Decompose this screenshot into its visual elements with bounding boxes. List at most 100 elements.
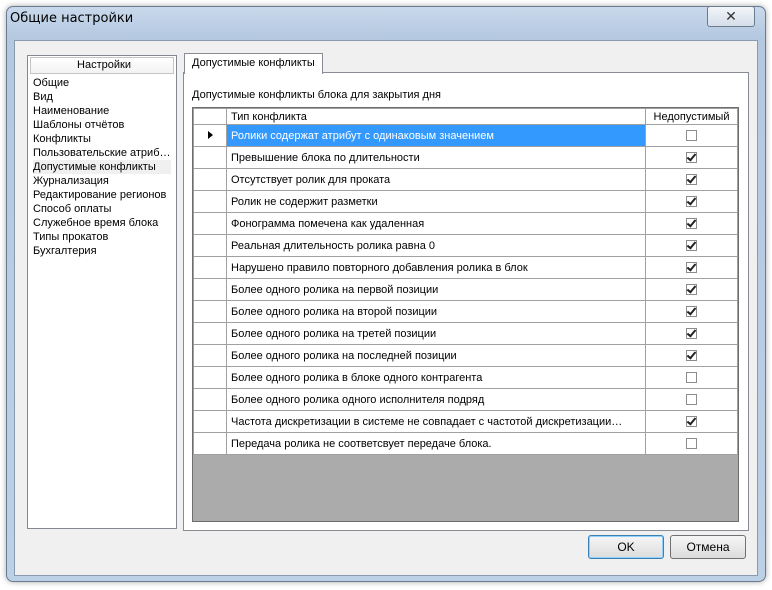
row-header[interactable] bbox=[193, 124, 227, 147]
conflict-type-cell[interactable]: Нарушено правило повторного добавления р… bbox=[226, 256, 646, 279]
table-row[interactable]: Фонограмма помечена как удаленная bbox=[193, 212, 738, 235]
row-header[interactable] bbox=[193, 410, 227, 433]
row-header-corner bbox=[193, 108, 227, 125]
disallowed-checkbox[interactable] bbox=[686, 262, 697, 274]
window-title: Общие настройки bbox=[10, 11, 134, 26]
disallowed-cell bbox=[645, 432, 738, 455]
column-header-disallowed[interactable]: Недопустимый bbox=[645, 108, 738, 125]
row-header[interactable] bbox=[193, 190, 227, 213]
disallowed-checkbox[interactable] bbox=[686, 240, 697, 252]
nav-item[interactable]: Конфликты bbox=[33, 132, 171, 146]
disallowed-cell bbox=[645, 234, 738, 257]
disallowed-checkbox[interactable] bbox=[686, 416, 697, 428]
row-header[interactable] bbox=[193, 212, 227, 235]
table-row[interactable]: Более одного ролика на последней позиции bbox=[193, 344, 738, 367]
table-row[interactable]: Более одного ролика в блоке одного контр… bbox=[193, 366, 738, 389]
nav-item[interactable]: Общие bbox=[33, 76, 171, 90]
nav-item[interactable]: Типы прокатов bbox=[33, 230, 171, 244]
disallowed-cell bbox=[645, 212, 738, 235]
disallowed-cell bbox=[645, 322, 738, 345]
disallowed-cell bbox=[645, 124, 738, 147]
nav-item[interactable]: Журнализация bbox=[33, 174, 171, 188]
table-row[interactable]: Отсутствует ролик для проката bbox=[193, 168, 738, 191]
current-row-arrow-icon bbox=[207, 130, 213, 139]
row-header[interactable] bbox=[193, 344, 227, 367]
nav-list: Общие Вид Наименование Шаблоны отчётов Конфл… bbox=[28, 74, 176, 258]
panel-caption: Допустимые конфликты блока для закрытия … bbox=[192, 89, 441, 101]
table-row[interactable]: Более одного ролика на первой позиции bbox=[193, 278, 738, 301]
conflict-type-cell[interactable]: Ролики содержат атрибут с одинаковым зна… bbox=[226, 124, 646, 147]
row-header[interactable] bbox=[193, 300, 227, 323]
disallowed-cell bbox=[645, 388, 738, 411]
table-row[interactable]: Частота дискретизации в системе не совпа… bbox=[193, 410, 738, 433]
row-header[interactable] bbox=[193, 388, 227, 411]
disallowed-cell bbox=[645, 300, 738, 323]
disallowed-checkbox[interactable] bbox=[686, 306, 697, 318]
nav-item[interactable]: Служебное время блока bbox=[33, 216, 171, 230]
table-row[interactable]: Ролик не содержит разметки bbox=[193, 190, 738, 213]
disallowed-checkbox[interactable] bbox=[686, 130, 697, 142]
conflict-type-cell[interactable]: Более одного ролика на последней позиции bbox=[226, 344, 646, 367]
conflict-type-cell[interactable]: Более одного ролика на третей позиции bbox=[226, 322, 646, 345]
table-row[interactable]: Более одного ролика на третей позиции bbox=[193, 322, 738, 345]
nav-item[interactable]: Бухгалтерия bbox=[33, 244, 171, 258]
conflicts-grid: Тип конфликта Недопустимый Ролики содерж… bbox=[192, 107, 739, 522]
nav-item[interactable]: Наименование bbox=[33, 104, 171, 118]
disallowed-checkbox[interactable] bbox=[686, 218, 697, 230]
row-header[interactable] bbox=[193, 146, 227, 169]
conflict-type-cell[interactable]: Фонограмма помечена как удаленная bbox=[226, 212, 646, 235]
conflict-type-cell[interactable]: Превышение блока по длительности bbox=[226, 146, 646, 169]
table-row[interactable]: Нарушено правило повторного добавления р… bbox=[193, 256, 738, 279]
nav-item[interactable]: Пользовательские атриб… bbox=[33, 146, 171, 160]
conflict-type-cell[interactable]: Более одного ролика в блоке одного контр… bbox=[226, 366, 646, 389]
nav-item[interactable]: Способ оплаты bbox=[33, 202, 171, 216]
cancel-button[interactable]: Отмена bbox=[670, 535, 746, 559]
disallowed-checkbox[interactable] bbox=[686, 152, 697, 164]
close-button[interactable]: ✕ bbox=[707, 6, 755, 27]
disallowed-cell bbox=[645, 278, 738, 301]
disallowed-checkbox[interactable] bbox=[686, 174, 697, 186]
conflict-type-cell[interactable]: Частота дискретизации в системе не совпа… bbox=[226, 410, 646, 433]
nav-header[interactable]: Настройки bbox=[30, 57, 174, 74]
conflict-type-cell[interactable]: Передача ролика не соответсвует передаче… bbox=[226, 432, 646, 455]
row-header[interactable] bbox=[193, 168, 227, 191]
table-row[interactable]: Ролики содержат атрибут с одинаковым зна… bbox=[193, 124, 738, 147]
row-header[interactable] bbox=[193, 432, 227, 455]
table-row[interactable]: Превышение блока по длительности bbox=[193, 146, 738, 169]
disallowed-cell bbox=[645, 190, 738, 213]
disallowed-checkbox[interactable] bbox=[686, 284, 697, 296]
ok-button[interactable]: OK bbox=[588, 535, 664, 559]
row-header[interactable] bbox=[193, 256, 227, 279]
disallowed-checkbox[interactable] bbox=[686, 350, 697, 362]
disallowed-checkbox[interactable] bbox=[686, 196, 697, 208]
row-header[interactable] bbox=[193, 234, 227, 257]
disallowed-checkbox[interactable] bbox=[686, 394, 697, 406]
disallowed-checkbox[interactable] bbox=[686, 438, 697, 450]
column-header-type[interactable]: Тип конфликта bbox=[226, 108, 646, 125]
nav-item[interactable]: Шаблоны отчётов bbox=[33, 118, 171, 132]
nav-item[interactable]: Допустимые конфликты bbox=[33, 160, 171, 174]
disallowed-checkbox[interactable] bbox=[686, 372, 697, 384]
conflict-type-cell[interactable]: Реальная длительность ролика равна 0 bbox=[226, 234, 646, 257]
nav-item[interactable]: Вид bbox=[33, 90, 171, 104]
disallowed-checkbox[interactable] bbox=[686, 328, 697, 340]
row-header[interactable] bbox=[193, 322, 227, 345]
row-header[interactable] bbox=[193, 278, 227, 301]
nav-item[interactable]: Редактирование регионов bbox=[33, 188, 171, 202]
table-row[interactable]: Более одного ролика на второй позиции bbox=[193, 300, 738, 323]
disallowed-cell bbox=[645, 146, 738, 169]
tab-allowed-conflicts[interactable]: Допустимые конфликты bbox=[184, 53, 323, 74]
settings-nav: Настройки Общие Вид Наименование Шаблоны от… bbox=[27, 55, 177, 529]
disallowed-cell bbox=[645, 256, 738, 279]
conflict-type-cell[interactable]: Отсутствует ролик для проката bbox=[226, 168, 646, 191]
conflict-type-cell[interactable]: Ролик не содержит разметки bbox=[226, 190, 646, 213]
conflict-type-cell[interactable]: Более одного ролика одного исполнителя п… bbox=[226, 388, 646, 411]
disallowed-cell bbox=[645, 366, 738, 389]
table-row[interactable]: Более одного ролика одного исполнителя п… bbox=[193, 388, 738, 411]
table-row[interactable]: Реальная длительность ролика равна 0 bbox=[193, 234, 738, 257]
conflict-type-cell[interactable]: Более одного ролика на второй позиции bbox=[226, 300, 646, 323]
row-header[interactable] bbox=[193, 366, 227, 389]
disallowed-cell bbox=[645, 168, 738, 191]
table-row[interactable]: Передача ролика не соответсвует передаче… bbox=[193, 432, 738, 455]
conflict-type-cell[interactable]: Более одного ролика на первой позиции bbox=[226, 278, 646, 301]
